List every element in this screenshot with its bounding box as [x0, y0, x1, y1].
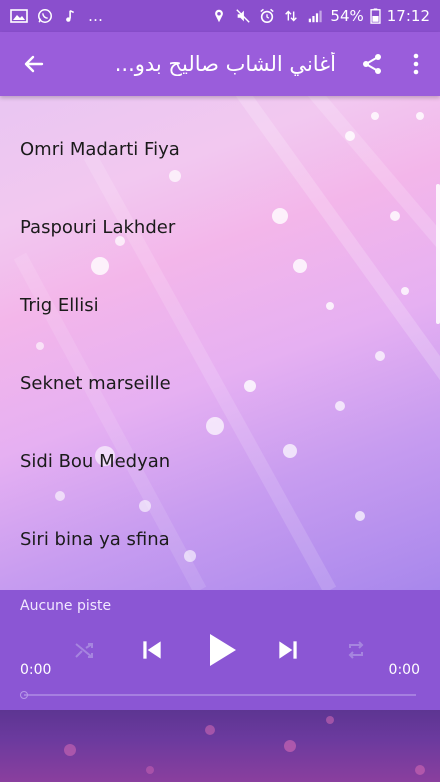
song-item[interactable]: Seknet marseille — [0, 344, 440, 422]
song-title: Trig Ellisi — [20, 294, 99, 316]
data-icon — [285, 10, 298, 22]
more-options-button[interactable] — [396, 32, 436, 96]
alarm-icon — [260, 8, 275, 24]
share-icon — [363, 54, 381, 74]
status-bar: … 54% 17:12 — [0, 0, 440, 32]
skip-previous-icon — [143, 641, 161, 659]
music-player: Aucune piste 0:00 0:00 — [0, 590, 440, 710]
total-duration: 0:00 — [388, 662, 420, 678]
more-notifications-icon: … — [88, 7, 103, 25]
song-list: Omri Madarti Fiya Paspouri Lakhder Trig El… — [0, 96, 440, 578]
signal-icon — [309, 10, 323, 23]
bottom-banner — [0, 710, 440, 782]
previous-button[interactable] — [134, 630, 170, 670]
play-button[interactable] — [200, 630, 244, 670]
shuffle-icon — [75, 643, 93, 658]
next-button[interactable] — [270, 630, 306, 670]
share-button[interactable] — [348, 32, 396, 96]
song-title: Omri Madarti Fiya — [20, 138, 180, 160]
image-icon — [10, 9, 28, 23]
song-title: Sidi Bou Medyan — [20, 450, 171, 472]
page-title: أغاني الشاب صاليح بدو... — [114, 52, 336, 76]
more-vert-icon — [413, 53, 419, 75]
song-item[interactable]: Sidi Bou Medyan — [0, 422, 440, 500]
song-title: Siri bina ya sfina — [20, 528, 170, 550]
shuffle-button[interactable] — [68, 630, 100, 670]
arrow-back-icon — [24, 55, 44, 73]
repeat-button[interactable] — [340, 630, 372, 670]
elapsed-time: 0:00 — [20, 662, 52, 678]
song-list-area[interactable]: Omri Madarti Fiya Paspouri Lakhder Trig El… — [0, 96, 440, 590]
skip-next-icon — [279, 641, 297, 659]
music-note-icon — [66, 9, 75, 22]
location-icon — [215, 9, 224, 23]
repeat-icon — [348, 641, 364, 659]
back-button[interactable] — [6, 32, 62, 96]
battery-percent: 54% — [330, 7, 364, 25]
seek-track — [24, 694, 416, 696]
song-item[interactable]: Paspouri Lakhder — [0, 188, 440, 266]
seek-bar[interactable] — [20, 691, 416, 699]
current-track-label: Aucune piste — [20, 598, 112, 614]
mute-icon — [236, 9, 251, 23]
song-item[interactable]: Omri Madarti Fiya — [0, 110, 440, 188]
song-title: Paspouri Lakhder — [20, 216, 176, 238]
notification-icons: … — [10, 7, 103, 25]
play-icon — [210, 634, 236, 666]
scrollbar[interactable] — [436, 184, 440, 324]
app-bar: أغاني الشاب صاليح بدو... — [0, 32, 440, 96]
song-item[interactable]: Trig Ellisi — [0, 266, 440, 344]
song-item[interactable]: Siri bina ya sfina — [0, 500, 440, 578]
seek-knob[interactable] — [20, 691, 28, 699]
song-title: Seknet marseille — [20, 372, 171, 394]
banner-art — [64, 716, 425, 775]
clock: 17:12 — [386, 7, 430, 25]
whatsapp-icon — [38, 9, 52, 23]
battery-icon — [370, 8, 381, 24]
system-icons: 54% 17:12 — [210, 7, 430, 25]
